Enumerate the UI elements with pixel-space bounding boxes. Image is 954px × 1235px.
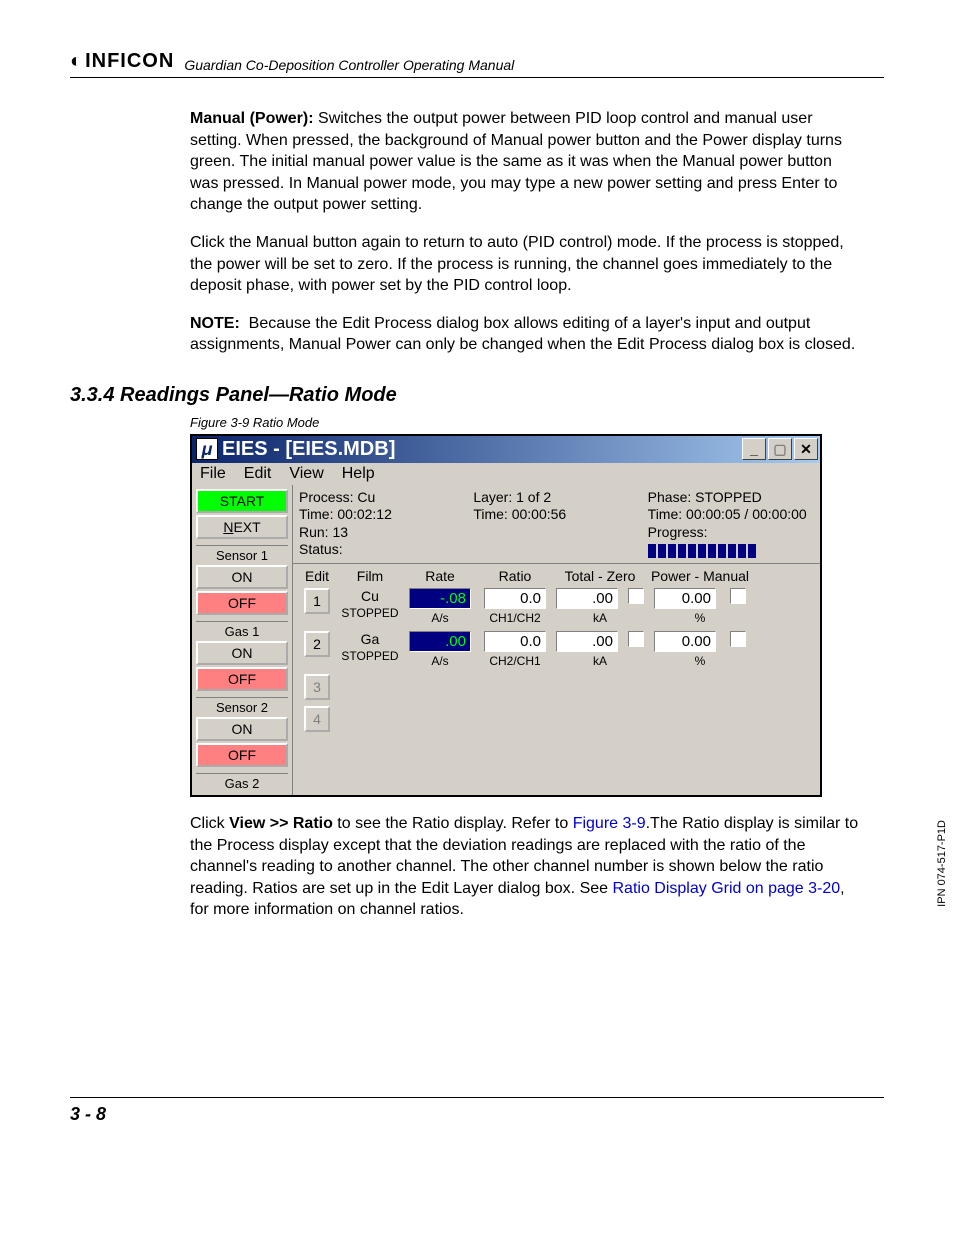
zero-checkbox[interactable]	[628, 631, 644, 647]
note-block: NOTE: Because the Edit Process dialog bo…	[190, 313, 864, 356]
edit-row-button-disabled: 4	[304, 706, 330, 732]
head-power: Power - Manual	[645, 568, 755, 584]
page-link[interactable]: Ratio Display Grid on page 3-20	[612, 880, 840, 897]
rate-field[interactable]: .00	[409, 631, 471, 652]
minimize-button[interactable]: _	[742, 438, 766, 460]
status-run: Run: 13	[299, 524, 465, 542]
figure-caption: Figure 3-9 Ratio Mode	[190, 415, 884, 430]
power-field[interactable]: 0.00	[654, 631, 716, 652]
gas1-off-button[interactable]: OFF	[196, 667, 288, 691]
gas1-on-button[interactable]: ON	[196, 641, 288, 665]
status-status: Status:	[299, 541, 465, 559]
film-name: Cu	[361, 588, 379, 604]
total-field[interactable]: .00	[556, 631, 618, 652]
brand-text: INFICON	[85, 50, 174, 73]
status-phase: Phase: STOPPED	[648, 489, 814, 507]
edit-row-button-disabled: 3	[304, 674, 330, 700]
head-rate: Rate	[405, 568, 475, 584]
next-label: EXT	[233, 519, 260, 535]
manual-checkbox[interactable]	[730, 588, 746, 604]
status-layer: Layer: 1 of 2	[473, 489, 639, 507]
ratio-sub: CH1/CH2	[489, 611, 540, 625]
body-paragraph-1: Manual (Power): Switches the output powe…	[190, 108, 864, 297]
brand-logo: ◐ INFICON	[70, 50, 174, 73]
status-progress: Progress:	[648, 524, 814, 559]
text-frag: Click	[190, 815, 229, 832]
app-window: μ EIES - [EIES.MDB] _ ▢ ✕ File Edit View…	[190, 434, 822, 797]
film-state: STOPPED	[341, 606, 398, 620]
menubar: File Edit View Help	[192, 463, 820, 485]
film-name: Ga	[361, 631, 380, 647]
para2-text: Click the Manual button again to return …	[190, 232, 864, 297]
left-column: START NEXT Sensor 1 ON OFF Gas 1 ON OFF …	[192, 485, 292, 795]
ipn-code: IPN 074-517-P1D	[936, 820, 948, 907]
next-button[interactable]: NEXT	[196, 515, 288, 539]
head-edit: Edit	[299, 568, 335, 584]
menu-help[interactable]: Help	[342, 465, 375, 483]
grid-header: Edit Film Rate Ratio Total - Zero Power …	[299, 568, 814, 584]
text-frag: to see the Ratio display. Refer to	[333, 815, 573, 832]
total-unit: kA	[593, 611, 607, 625]
menu-view[interactable]: View	[289, 465, 323, 483]
total-unit: kA	[593, 654, 607, 668]
window-title: EIES - [EIES.MDB]	[222, 438, 395, 461]
head-film: Film	[335, 568, 405, 584]
after-figure-text: Click View >> Ratio to see the Ratio dis…	[190, 813, 864, 921]
manual-checkbox[interactable]	[730, 631, 746, 647]
page-number: 3 - 8	[70, 1097, 884, 1125]
edit-row-button[interactable]: 2	[304, 631, 330, 657]
sensor2-label: Sensor 2	[196, 697, 288, 715]
app-icon: μ	[196, 438, 218, 460]
note-label: NOTE:	[190, 315, 240, 332]
head-total: Total - Zero	[555, 568, 645, 584]
close-button[interactable]: ✕	[794, 438, 818, 460]
manual-power-label: Manual (Power):	[190, 110, 318, 127]
note-text: Because the Edit Process dialog box allo…	[190, 315, 855, 354]
ratio-sub: CH2/CH1	[489, 654, 540, 668]
grid-row: 1 Cu STOPPED -.08 A/s 0.0 CH1/CH2	[299, 588, 814, 625]
logo-icon: ◐	[70, 50, 83, 73]
sensor2-off-button[interactable]: OFF	[196, 743, 288, 767]
status-process: Process: Cu	[299, 489, 465, 507]
rate-unit: A/s	[431, 654, 448, 668]
sensor2-on-button[interactable]: ON	[196, 717, 288, 741]
edit-row-button[interactable]: 1	[304, 588, 330, 614]
gas1-label: Gas 1	[196, 621, 288, 639]
zero-checkbox[interactable]	[628, 588, 644, 604]
grid-row: 4	[299, 706, 814, 732]
menu-edit[interactable]: Edit	[244, 465, 272, 483]
maximize-button[interactable]: ▢	[768, 438, 792, 460]
start-button[interactable]: START	[196, 489, 288, 513]
power-unit: %	[695, 654, 706, 668]
status-time: Time: 00:02:12	[299, 506, 465, 524]
grid-row: 3	[299, 674, 814, 700]
sensor1-on-button[interactable]: ON	[196, 565, 288, 589]
titlebar: μ EIES - [EIES.MDB] _ ▢ ✕	[192, 436, 820, 463]
sensor1-off-button[interactable]: OFF	[196, 591, 288, 615]
total-field[interactable]: .00	[556, 588, 618, 609]
view-ratio-bold: View >> Ratio	[229, 815, 333, 832]
rate-unit: A/s	[431, 611, 448, 625]
power-unit: %	[695, 611, 706, 625]
film-state: STOPPED	[341, 649, 398, 663]
progress-label: Progress:	[648, 524, 708, 540]
manual-title: Guardian Co-Deposition Controller Operat…	[184, 57, 514, 73]
status-phase-time: Time: 00:00:05 / 00:00:00	[648, 506, 814, 524]
grid-row: 2 Ga STOPPED .00 A/s 0.0 CH2/CH1	[299, 631, 814, 668]
power-field[interactable]: 0.00	[654, 588, 716, 609]
gas2-label: Gas 2	[196, 773, 288, 791]
rate-field[interactable]: -.08	[409, 588, 471, 609]
head-ratio: Ratio	[475, 568, 555, 584]
status-row: Process: Cu Time: 00:02:12 Run: 13 Statu…	[293, 485, 820, 564]
progress-bar	[648, 544, 756, 558]
sensor1-label: Sensor 1	[196, 545, 288, 563]
ratio-field[interactable]: 0.0	[484, 588, 546, 609]
status-layer-time: Time: 00:00:56	[473, 506, 639, 524]
menu-file[interactable]: File	[200, 465, 226, 483]
figure-link[interactable]: Figure 3-9	[573, 815, 646, 832]
page-header: ◐ INFICON Guardian Co-Deposition Control…	[70, 50, 884, 78]
ratio-field[interactable]: 0.0	[484, 631, 546, 652]
section-heading: 3.3.4 Readings Panel—Ratio Mode	[70, 384, 884, 407]
